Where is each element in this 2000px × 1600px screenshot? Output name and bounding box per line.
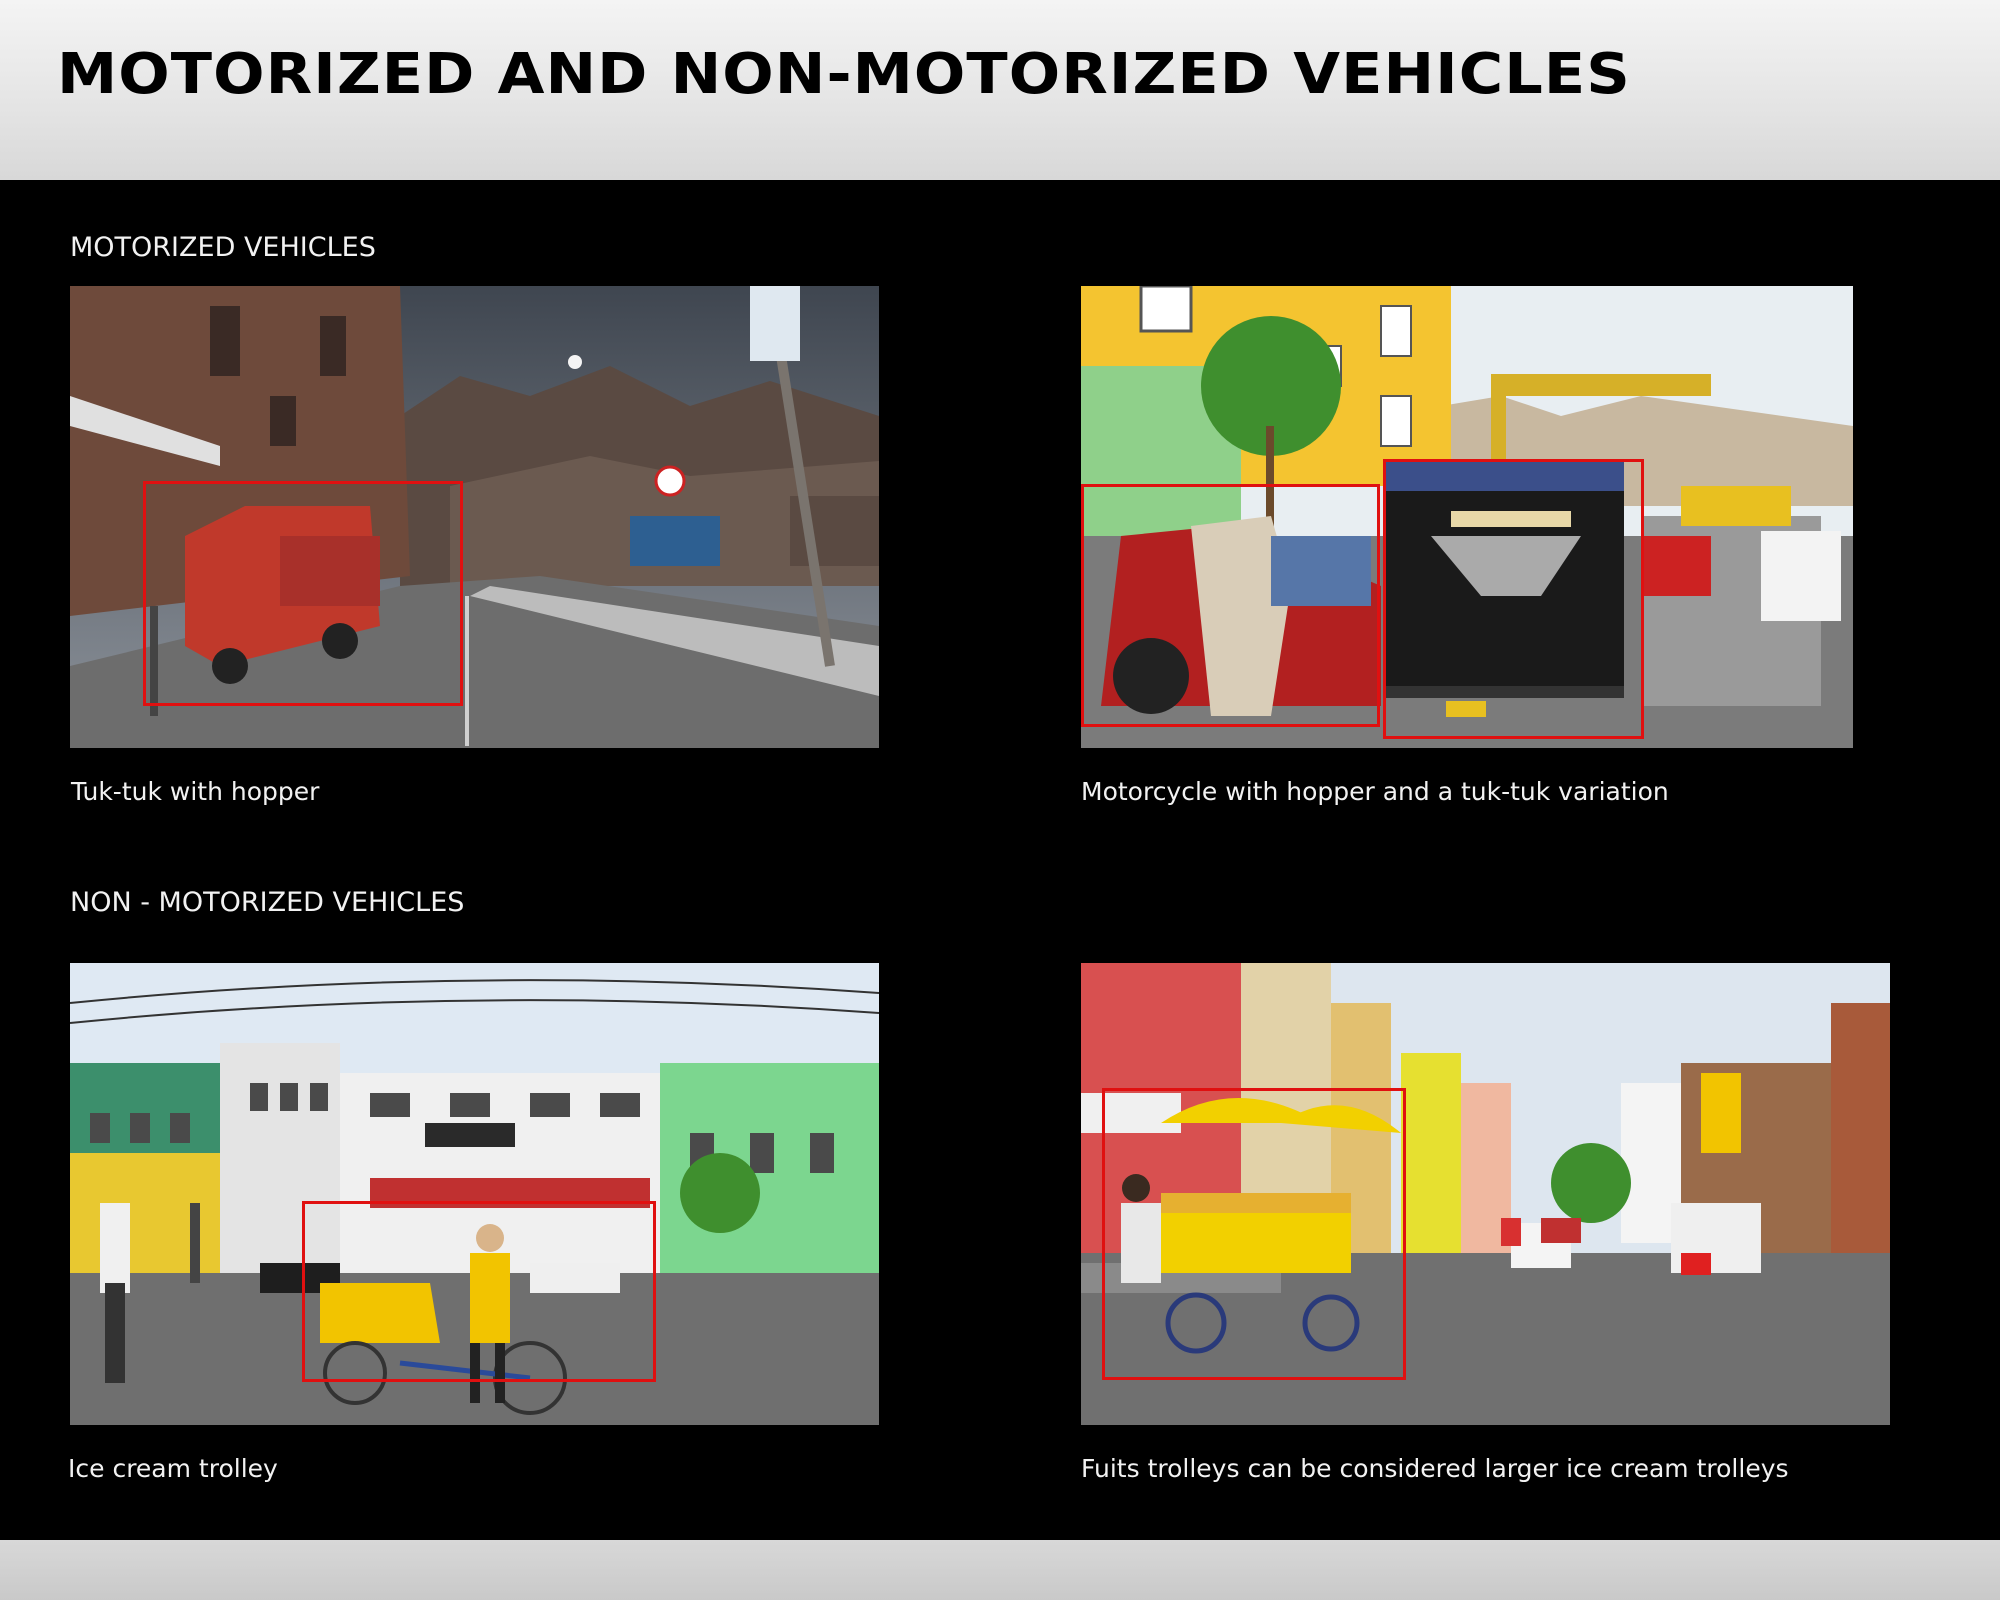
caption-tuk-tuk-with-hopper: Tuk-tuk with hopper bbox=[71, 777, 320, 806]
photo-motorcycle-with-hopper bbox=[1081, 286, 1853, 748]
slide-title: MOTORIZED AND NON-MOTORIZED VEHICLES bbox=[57, 42, 1631, 107]
section-heading-non-motorized: NON - MOTORIZED VEHICLES bbox=[70, 887, 465, 918]
slide-footer bbox=[0, 1540, 2000, 1600]
highlight-box bbox=[1102, 1088, 1406, 1380]
caption-motorcycle-with-hopper: Motorcycle with hopper and a tuk-tuk var… bbox=[1081, 777, 1669, 806]
section-heading-motorized: MOTORIZED VEHICLES bbox=[70, 232, 376, 263]
slide-header: MOTORIZED AND NON-MOTORIZED VEHICLES bbox=[0, 0, 2000, 180]
caption-ice-cream-trolley: Ice cream trolley bbox=[68, 1454, 278, 1483]
photo-tuk-tuk-with-hopper bbox=[70, 286, 879, 748]
caption-fruits-trolley: Fuits trolleys can be considered larger … bbox=[1081, 1454, 1789, 1483]
photo-ice-cream-trolley bbox=[70, 963, 879, 1425]
photo-fruits-trolley bbox=[1081, 963, 1890, 1425]
highlight-box bbox=[302, 1201, 656, 1382]
highlight-box bbox=[143, 481, 463, 706]
highlight-box bbox=[1081, 484, 1380, 727]
highlight-box bbox=[1383, 459, 1644, 739]
